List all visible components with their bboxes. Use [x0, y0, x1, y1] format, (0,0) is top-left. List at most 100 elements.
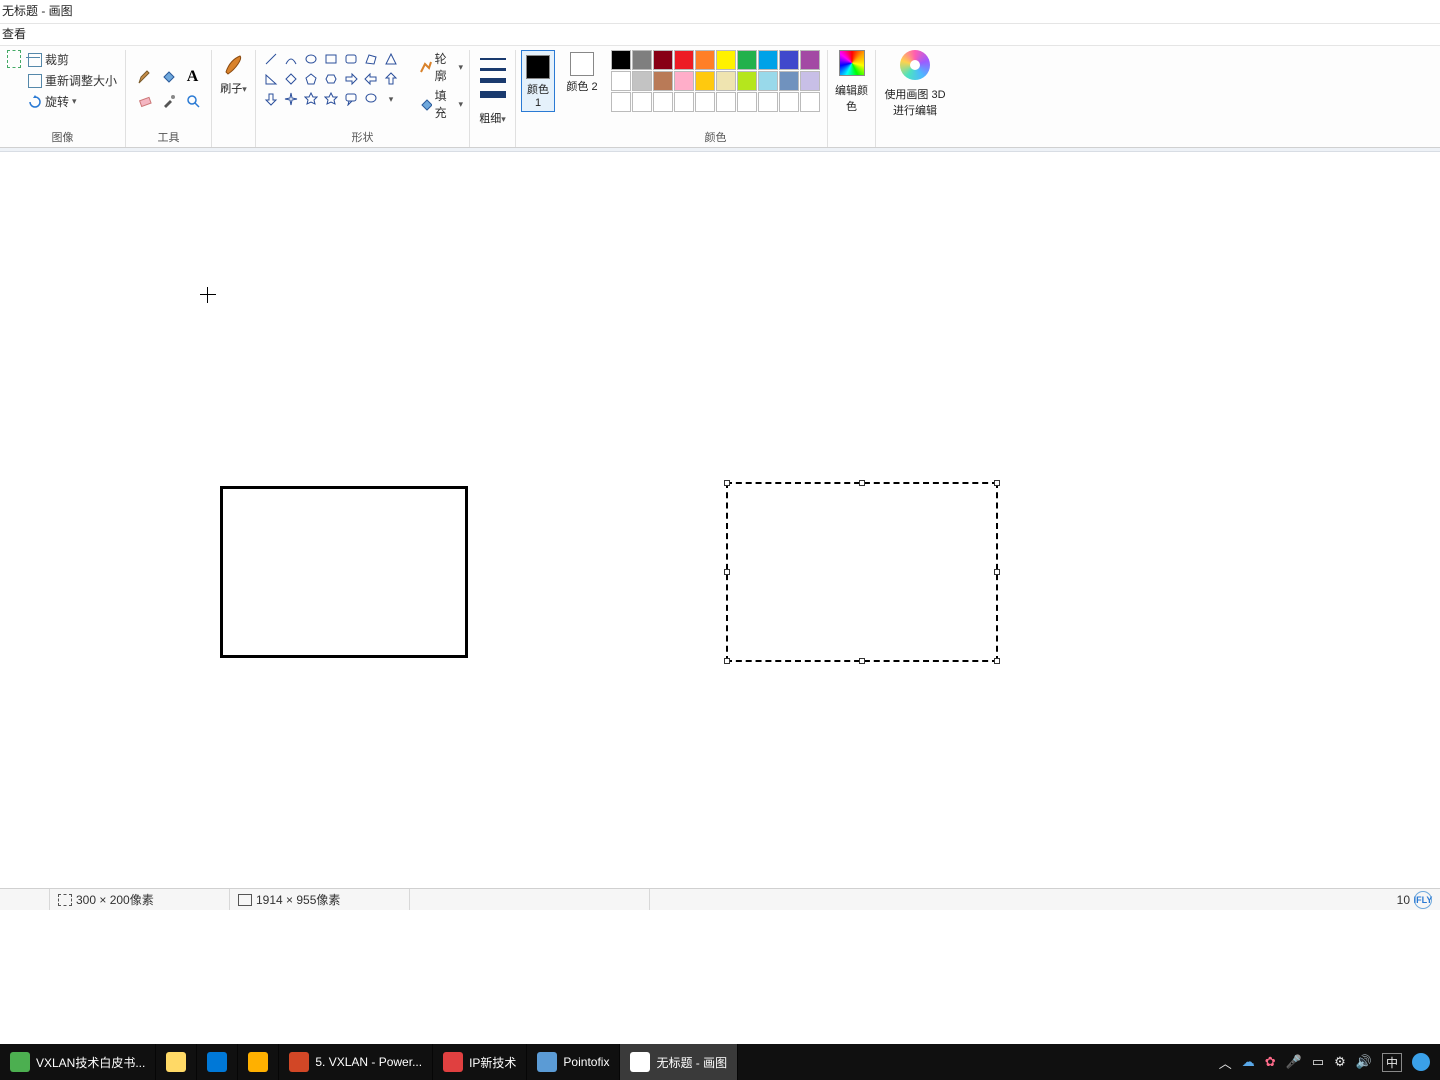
shape-roundrect[interactable] [342, 50, 360, 68]
fill-tool[interactable] [158, 66, 180, 88]
shape-more[interactable]: ▾ [382, 90, 400, 108]
palette-swatch[interactable] [653, 71, 673, 91]
tray-chevron-icon[interactable]: ︿ [1219, 1053, 1232, 1072]
shape-fill-button[interactable]: 填充▾ [419, 87, 463, 121]
resize-handle-se[interactable] [994, 658, 1000, 664]
text-tool[interactable]: A [182, 66, 204, 88]
tray-ime[interactable]: 中 [1382, 1053, 1402, 1072]
shape-callout[interactable] [342, 90, 360, 108]
taskbar-item[interactable] [238, 1044, 279, 1080]
taskbar-item[interactable] [197, 1044, 238, 1080]
palette-swatch[interactable] [674, 92, 694, 112]
palette-swatch[interactable] [653, 50, 673, 70]
resize-handle-n[interactable] [859, 480, 865, 486]
shape-arrow-u[interactable] [382, 70, 400, 88]
tray-mic-icon[interactable]: 🎤 [1286, 1054, 1302, 1070]
palette-swatch[interactable] [779, 50, 799, 70]
palette-swatch[interactable] [737, 71, 757, 91]
canvas-area[interactable] [0, 152, 1440, 888]
palette-swatch[interactable] [611, 71, 631, 91]
palette-swatch[interactable] [653, 92, 673, 112]
tray-wifi-icon[interactable]: ⚙ [1334, 1054, 1346, 1070]
palette-swatch[interactable] [758, 92, 778, 112]
resize-handle-ne[interactable] [994, 480, 1000, 486]
taskbar-item[interactable]: VXLAN技术白皮书... [0, 1044, 156, 1080]
palette-swatch[interactable] [632, 71, 652, 91]
selected-rectangle[interactable] [726, 482, 998, 662]
palette-swatch[interactable] [779, 92, 799, 112]
paint3d-button[interactable] [900, 50, 930, 80]
shape-hexagon[interactable] [322, 70, 340, 88]
resize-handle-w[interactable] [724, 569, 730, 575]
magnifier-tool[interactable] [182, 90, 204, 112]
palette-swatch[interactable] [695, 92, 715, 112]
taskbar-item[interactable] [156, 1044, 197, 1080]
tray-volume-icon[interactable]: 🔊 [1356, 1054, 1372, 1070]
shape-rect[interactable] [322, 50, 340, 68]
palette-swatch[interactable] [695, 71, 715, 91]
eraser-tool[interactable] [134, 90, 156, 112]
palette-swatch[interactable] [632, 50, 652, 70]
palette-swatch[interactable] [611, 50, 631, 70]
resize-handle-e[interactable] [994, 569, 1000, 575]
system-tray[interactable]: ︿ ☁ ✿ 🎤 ▭ ⚙ 🔊 中 [1219, 1053, 1440, 1072]
shape-oval[interactable] [302, 50, 320, 68]
palette-swatch[interactable] [800, 92, 820, 112]
shape-pentagon[interactable] [302, 70, 320, 88]
palette-swatch[interactable] [779, 71, 799, 91]
palette-swatch[interactable] [716, 50, 736, 70]
palette-swatch[interactable] [800, 71, 820, 91]
palette-swatch[interactable] [716, 92, 736, 112]
picker-tool[interactable] [158, 90, 180, 112]
shape-callout2[interactable] [362, 90, 380, 108]
taskbar-item[interactable]: 无标题 - 画图 [620, 1044, 738, 1080]
shape-line[interactable] [262, 50, 280, 68]
shape-outline-button[interactable]: 轮廓▾ [419, 50, 463, 84]
thickness-button[interactable] [478, 50, 508, 106]
palette-swatch[interactable] [716, 71, 736, 91]
edit-colors-button[interactable] [839, 50, 865, 76]
rotate-button[interactable]: 旋转▾ [26, 92, 79, 111]
palette-swatch[interactable] [674, 50, 694, 70]
resize-handle-nw[interactable] [724, 480, 730, 486]
shape-arrow-r[interactable] [342, 70, 360, 88]
canvas[interactable] [0, 152, 1440, 888]
resize-handle-s[interactable] [859, 658, 865, 664]
resize-handle-sw[interactable] [724, 658, 730, 664]
shape-arrow-d[interactable] [262, 90, 280, 108]
palette-swatch[interactable] [800, 50, 820, 70]
palette-swatch[interactable] [737, 50, 757, 70]
shapes-gallery[interactable]: ▾ [262, 50, 400, 108]
status-zoom[interactable]: 10 IFLY [1389, 889, 1440, 910]
palette-swatch[interactable] [632, 92, 652, 112]
tray-flower-icon[interactable]: ✿ [1265, 1054, 1276, 1070]
taskbar-item[interactable]: IP新技术 [433, 1044, 527, 1080]
shape-4star[interactable] [282, 90, 300, 108]
resize-button[interactable]: 重新调整大小 [26, 71, 119, 90]
tray-circle-icon[interactable] [1412, 1053, 1430, 1071]
shape-diamond[interactable] [282, 70, 300, 88]
palette-swatch[interactable] [674, 71, 694, 91]
select-icon[interactable] [7, 50, 21, 68]
color1-button[interactable]: 颜色 1 [521, 50, 555, 112]
taskbar-item[interactable]: 5. VXLAN - Power... [279, 1044, 433, 1080]
shape-polygon[interactable] [362, 50, 380, 68]
menu-view[interactable]: 查看 [2, 27, 26, 41]
shape-arrow-l[interactable] [362, 70, 380, 88]
shape-6star[interactable] [322, 90, 340, 108]
pencil-tool[interactable] [134, 66, 156, 88]
tray-onedrive-icon[interactable]: ☁ [1242, 1054, 1255, 1070]
palette-swatch[interactable] [695, 50, 715, 70]
crop-button[interactable]: 裁剪 [26, 50, 71, 69]
shape-right-tri[interactable] [262, 70, 280, 88]
shape-triangle[interactable] [382, 50, 400, 68]
taskbar-item[interactable]: Pointofix [527, 1044, 620, 1080]
tray-battery-icon[interactable]: ▭ [1312, 1054, 1324, 1070]
shape-5star[interactable] [302, 90, 320, 108]
palette-swatch[interactable] [737, 92, 757, 112]
palette-swatch[interactable] [758, 50, 778, 70]
palette-swatch[interactable] [611, 92, 631, 112]
color2-button[interactable]: 颜色 2 [565, 50, 599, 94]
brush-button[interactable]: 刷子▾ [217, 50, 251, 96]
shape-curve[interactable] [282, 50, 300, 68]
